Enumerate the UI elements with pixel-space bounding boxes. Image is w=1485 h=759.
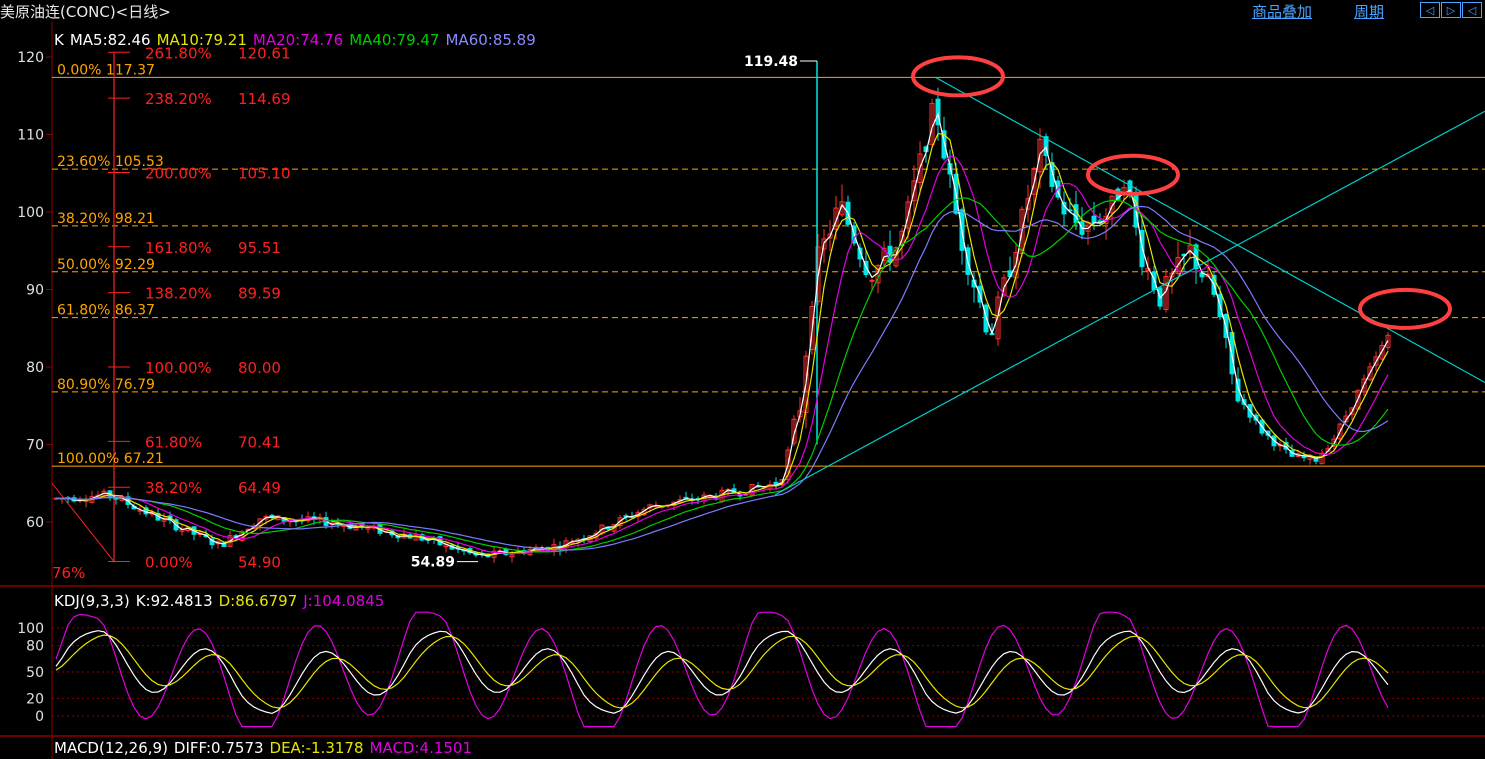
price-chart[interactable]: 120 110 100 90 80 70 60 100 80 50 20 0 0.00% 117.37 2… xyxy=(0,0,1485,759)
kdj-y-tick-label: 80 xyxy=(26,639,44,655)
fib-extension-pct: 61.80% xyxy=(145,433,202,451)
kdj-y-tick-label: 50 xyxy=(26,665,44,681)
fib-extension-pct: 38.20% xyxy=(145,479,202,497)
left-edge-label: 76% xyxy=(52,564,85,582)
price-legend: K MA5:82.46 MA10:79.21 MA20:74.76 MA40:79.47… xyxy=(54,31,542,49)
low-price-label: 54.89 xyxy=(411,555,455,571)
kdj-j-line xyxy=(55,611,1389,728)
fib-retracement-label: 38.20% 98.21 xyxy=(57,211,155,227)
fib-retracement-label: 80.90% 76.79 xyxy=(57,377,155,393)
fib-extension-value: 114.69 xyxy=(238,90,291,108)
fib-extension-diagonal xyxy=(51,482,115,562)
high-price-label: 119.48 xyxy=(744,54,798,70)
ma40-value: MA40:79.47 xyxy=(349,31,440,49)
descending-trendline xyxy=(934,76,1485,384)
candle-body xyxy=(683,496,689,499)
fib-extension-value: 80.00 xyxy=(238,359,281,377)
y-tick-label: 120 xyxy=(17,50,44,66)
kdj-name: KDJ(9,3,3) xyxy=(54,592,130,610)
ma5-value: MA5:82.46 xyxy=(69,31,151,49)
kdj-y-tick-label: 20 xyxy=(26,691,44,707)
fib-extension-value: 64.49 xyxy=(238,479,281,497)
y-tick-label: 90 xyxy=(26,283,44,299)
fib-retracement-label: 100.00% 67.21 xyxy=(57,451,164,467)
fib-extension-value: 54.90 xyxy=(238,554,281,572)
fib-extension-pct: 100.00% xyxy=(145,359,212,377)
y-tick-label: 100 xyxy=(17,205,44,221)
fib-extension-pct: 200.00% xyxy=(145,164,212,182)
macd-diff-value: DIFF:0.7573 xyxy=(173,739,264,757)
candle-body xyxy=(869,279,875,282)
macd-legend: MACD(12,26,9) DIFF:0.7573 DEA:-1.3178 MACD:… xyxy=(54,739,478,757)
candle-body xyxy=(1091,215,1097,224)
candle-body xyxy=(1151,271,1157,291)
k-label: K xyxy=(54,31,64,49)
kdj-k-value: K:92.4813 xyxy=(135,592,213,610)
fib-extension-value: 70.41 xyxy=(238,433,281,451)
y-tick-label: 80 xyxy=(26,360,44,376)
kdj-j-value: J:104.0845 xyxy=(303,592,385,610)
fib-extension-value: 89.59 xyxy=(238,285,281,303)
y-tick-label: 110 xyxy=(17,128,44,144)
highlight-circle-2 xyxy=(1086,153,1180,196)
fib-retracement-label: 0.00% 117.37 xyxy=(57,62,155,78)
kdj-y-tick-label: 0 xyxy=(35,709,44,725)
kdj-y-tick-label: 100 xyxy=(17,621,44,637)
ma20-value: MA20:74.76 xyxy=(252,31,344,49)
fib-retracement-label: 61.80% 86.37 xyxy=(57,303,155,319)
macd-dea-value: DEA:-1.3178 xyxy=(269,739,364,757)
macd-value: MACD:4.1501 xyxy=(369,739,473,757)
ma60-value: MA60:85.89 xyxy=(445,31,536,49)
fib-extension-value: 105.10 xyxy=(238,164,291,182)
fib-extension-pct: 0.00% xyxy=(145,554,193,572)
kdj-legend: KDJ(9,3,3) K:92.4813 D:86.6797 J:104.0845 xyxy=(54,592,390,610)
fib-extension-pct: 161.80% xyxy=(145,239,212,257)
ascending-trendline xyxy=(774,110,1485,496)
y-tick-label: 70 xyxy=(26,438,44,454)
fib-extension-pct: 138.20% xyxy=(145,285,212,303)
fib-extension-pct: 238.20% xyxy=(145,90,212,108)
fib-extension-value: 95.51 xyxy=(238,239,281,257)
macd-name: MACD(12,26,9) xyxy=(54,739,168,757)
highlight-circle-3 xyxy=(1358,287,1452,330)
y-tick-label: 60 xyxy=(26,515,44,531)
kdj-d-value: D:86.6797 xyxy=(218,592,298,610)
fib-retracement-label: 50.00% 92.29 xyxy=(57,257,155,273)
ma10-value: MA10:79.21 xyxy=(156,31,247,49)
